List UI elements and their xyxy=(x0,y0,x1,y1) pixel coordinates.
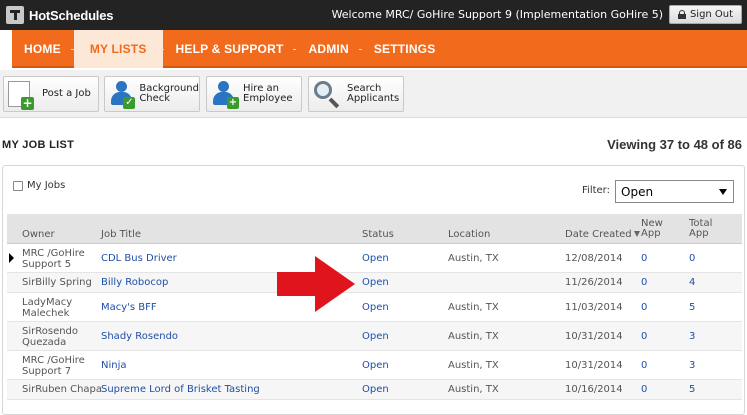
search-applicants-icon xyxy=(313,80,341,109)
filter-label: Filter: xyxy=(582,185,610,196)
total-app-link[interactable]: 5 xyxy=(689,384,695,395)
table-row[interactable]: SirBilly Spring Billy Robocop Open 11/26… xyxy=(7,273,742,293)
job-title-link[interactable]: Macy's BFF xyxy=(101,302,157,313)
col-date-created[interactable]: Date Created xyxy=(565,230,640,240)
chevron-down-icon xyxy=(719,189,727,195)
my-jobs-checkbox[interactable] xyxy=(13,180,23,191)
my-jobs-toggle[interactable]: My Jobs xyxy=(13,180,65,191)
hire-employee-button[interactable]: + Hire an Employee xyxy=(206,76,302,112)
post-job-button[interactable]: Post a Job xyxy=(3,76,99,112)
total-app-link[interactable]: 0 xyxy=(689,253,695,264)
col-new-app[interactable]: New App xyxy=(641,219,663,239)
job-list-panel: My Jobs Filter: Open Owner Job Title Sta… xyxy=(2,165,745,415)
hire-employee-label-2: Employee xyxy=(243,93,293,104)
action-toolbar: Post a Job ✓ Background Check + Hire an … xyxy=(0,70,747,118)
total-app-link[interactable]: 4 xyxy=(689,277,695,288)
job-title-link[interactable]: Supreme Lord of Brisket Tasting xyxy=(101,384,260,395)
post-job-icon xyxy=(8,81,34,110)
table-row[interactable]: MRC /GoHire Support 5 CDL Bus Driver Ope… xyxy=(7,244,742,273)
owner-cell: SirRosendo Quezada xyxy=(22,326,79,348)
my-jobs-label: My Jobs xyxy=(27,180,66,191)
owner-cell: MRC /GoHire Support 5 xyxy=(22,248,85,270)
new-app-link[interactable]: 0 xyxy=(641,331,647,342)
col-job-title[interactable]: Job Title xyxy=(101,230,141,240)
nav-admin[interactable]: ADMIN xyxy=(296,30,360,68)
col-date-created-label: Date Created xyxy=(565,229,632,240)
job-title-link[interactable]: CDL Bus Driver xyxy=(101,253,177,264)
date-cell: 10/16/2014 xyxy=(565,384,623,395)
location-cell: Austin, TX xyxy=(448,384,499,395)
hire-employee-icon: + xyxy=(211,80,239,109)
nav-help-support[interactable]: HELP & SUPPORT xyxy=(164,30,296,68)
date-cell: 11/03/2014 xyxy=(565,302,623,313)
hotschedules-logo-icon xyxy=(6,6,24,24)
page-title: MY JOB LIST xyxy=(2,139,75,151)
location-cell: Austin, TX xyxy=(448,360,499,371)
table-row[interactable]: MRC /GoHire Support 7 Ninja Open Austin,… xyxy=(7,351,742,380)
top-bar: HotSchedules Welcome MRC/ GoHire Support… xyxy=(0,0,747,30)
job-table: Owner Job Title Status Location Date Cre… xyxy=(7,214,742,400)
new-app-link[interactable]: 0 xyxy=(641,277,647,288)
nav-home[interactable]: HOME xyxy=(12,30,73,68)
nav-settings[interactable]: SETTINGS xyxy=(362,30,448,68)
table-row[interactable]: SirRuben Chapa Supreme Lord of Brisket T… xyxy=(7,380,742,400)
status-link[interactable]: Open xyxy=(362,384,389,395)
current-row-marker-icon xyxy=(9,253,14,263)
logo-text: HotSchedules xyxy=(29,7,114,23)
status-link[interactable]: Open xyxy=(362,331,389,342)
col-status[interactable]: Status xyxy=(362,230,394,240)
filter-select[interactable]: Open xyxy=(615,180,734,203)
col-total-app-line2: App xyxy=(689,228,709,239)
sign-out-label: Sign Out xyxy=(689,9,734,20)
new-app-link[interactable]: 0 xyxy=(641,360,647,371)
owner-cell: SirBilly Spring xyxy=(22,277,92,288)
red-arrow-annotation-icon xyxy=(277,256,355,312)
status-link[interactable]: Open xyxy=(362,302,389,313)
job-title-link[interactable]: Shady Rosendo xyxy=(101,331,178,342)
location-cell: Austin, TX xyxy=(448,253,499,264)
date-cell: 10/31/2014 xyxy=(565,360,623,371)
sign-out-button[interactable]: Sign Out xyxy=(669,5,742,24)
col-location[interactable]: Location xyxy=(448,230,490,240)
table-row[interactable]: LadyMacy Malechek Macy's BFF Open Austin… xyxy=(7,293,742,322)
date-cell: 12/08/2014 xyxy=(565,253,623,264)
date-cell: 10/31/2014 xyxy=(565,331,623,342)
location-cell: Austin, TX xyxy=(448,331,499,342)
sort-desc-icon xyxy=(633,231,640,237)
new-app-link[interactable]: 0 xyxy=(641,302,647,313)
job-title-link[interactable]: Ninja xyxy=(101,360,127,371)
background-check-button[interactable]: ✓ Background Check xyxy=(104,76,200,112)
job-title-link[interactable]: Billy Robocop xyxy=(101,277,168,288)
main-nav: HOME MY LISTS HELP & SUPPORT ADMIN SETTI… xyxy=(0,30,747,70)
owner-cell: MRC /GoHire Support 7 xyxy=(22,355,85,377)
col-total-app[interactable]: Total App xyxy=(689,219,712,239)
status-link[interactable]: Open xyxy=(362,253,389,264)
table-row[interactable]: SirRosendo Quezada Shady Rosendo Open Au… xyxy=(7,322,742,351)
total-app-link[interactable]: 5 xyxy=(689,302,695,313)
status-link[interactable]: Open xyxy=(362,277,389,288)
post-job-label: Post a Job xyxy=(42,88,91,99)
filter-select-value: Open xyxy=(621,184,654,199)
col-new-app-line2: App xyxy=(641,228,661,239)
search-applicants-label-2: Applicants xyxy=(347,93,400,104)
new-app-link[interactable]: 0 xyxy=(641,253,647,264)
lock-icon xyxy=(677,10,686,19)
search-applicants-button[interactable]: Search Applicants xyxy=(308,76,404,112)
welcome-message: Welcome MRC/ GoHire Support 9 (Implement… xyxy=(331,8,663,21)
total-app-link[interactable]: 3 xyxy=(689,360,695,371)
nav-my-lists[interactable]: MY LISTS xyxy=(73,30,163,68)
date-cell: 11/26/2014 xyxy=(565,277,623,288)
location-cell: Austin, TX xyxy=(448,302,499,313)
owner-cell: SirRuben Chapa xyxy=(22,384,103,395)
col-owner[interactable]: Owner xyxy=(22,230,55,240)
logo[interactable]: HotSchedules xyxy=(6,6,113,24)
background-check-icon: ✓ xyxy=(109,80,136,109)
new-app-link[interactable]: 0 xyxy=(641,384,647,395)
pagination-summary: Viewing 37 to 48 of 86 xyxy=(607,137,742,152)
status-link[interactable]: Open xyxy=(362,360,389,371)
background-check-label-2: Check xyxy=(139,93,171,104)
total-app-link[interactable]: 3 xyxy=(689,331,695,342)
table-header: Owner Job Title Status Location Date Cre… xyxy=(7,214,742,244)
owner-cell: LadyMacy Malechek xyxy=(22,297,73,319)
